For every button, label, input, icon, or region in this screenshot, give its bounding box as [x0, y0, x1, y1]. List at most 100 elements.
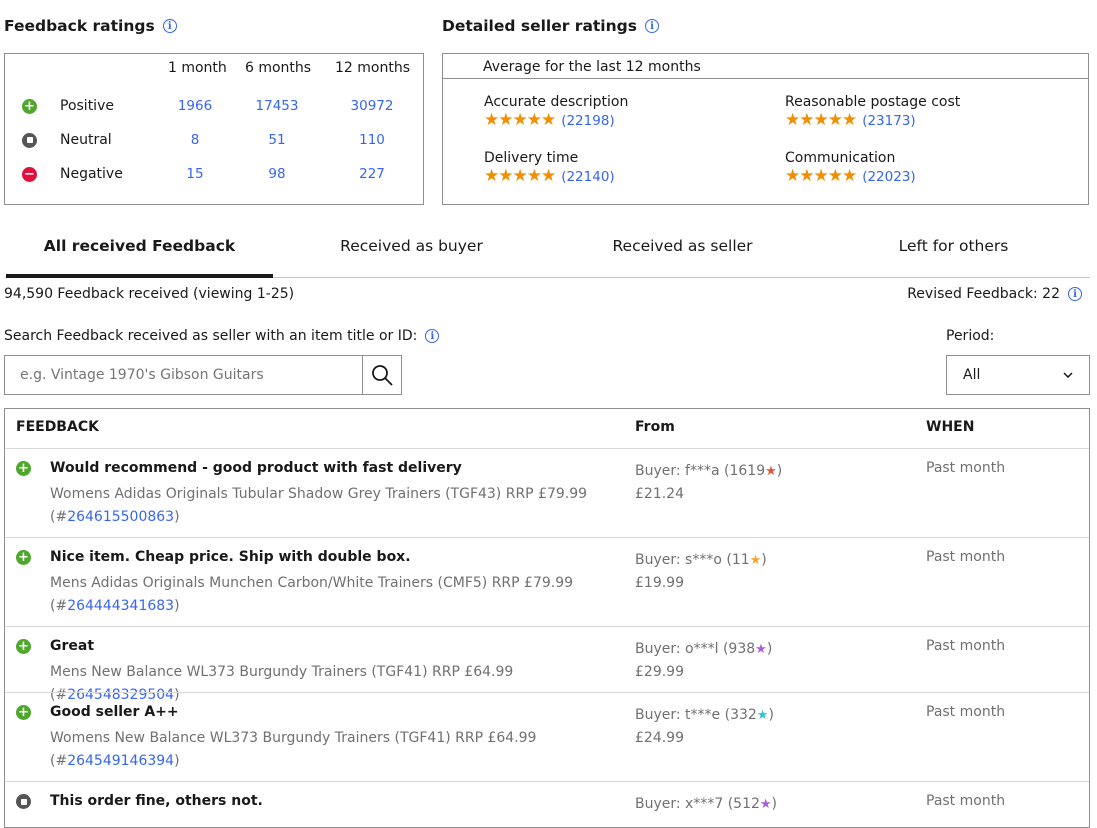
rating-value-link[interactable]: 17453 [247, 98, 307, 114]
star-icon: ★ [765, 464, 777, 479]
dsr-communication: Communication ★★★★★ (22023) [785, 150, 916, 186]
star-icon: ★ [759, 797, 772, 812]
period-select[interactable]: All [946, 355, 1090, 395]
period-label: Period: [946, 328, 995, 344]
tab-left-for-others[interactable]: Left for others [820, 237, 1087, 255]
rating-value-link[interactable]: 51 [247, 132, 307, 148]
positive-icon: + [22, 98, 37, 114]
chevron-down-icon [1063, 372, 1073, 378]
rating-value-link[interactable]: 30972 [342, 98, 402, 114]
star-icon: ★ [756, 708, 769, 723]
info-icon[interactable]: i [425, 329, 440, 343]
positive-icon: + [16, 461, 31, 476]
header-from: From [635, 419, 675, 435]
tab-all-received[interactable]: All received Feedback [6, 237, 273, 255]
header-when: WHEN [926, 419, 975, 435]
buyer-link[interactable]: Buyer: x***7 (512 [635, 796, 760, 812]
feedback-when: Past month [926, 460, 1006, 476]
feedback-from: Buyer: f***a (1619★) £21.24 [635, 463, 783, 502]
search-label: Search Feedback received as seller with … [4, 328, 440, 344]
rating-value-link[interactable]: 1966 [165, 98, 225, 114]
neutral-icon [22, 132, 37, 148]
positive-icon: + [16, 550, 31, 565]
feedback-from: Buyer: x***7 (512★) [635, 796, 778, 812]
rating-value-link[interactable]: 98 [247, 166, 307, 182]
rating-value-link[interactable]: 15 [165, 166, 225, 182]
item-price: £21.24 [635, 486, 684, 502]
period-selected-value: All [963, 367, 981, 383]
neutral-icon [16, 794, 31, 809]
star-rating-icon: ★★★★★ [484, 110, 556, 130]
feedback-ratings-heading: Feedback ratings i [4, 17, 177, 35]
feedback-from: Buyer: o***l (938★) £29.99 [635, 641, 773, 680]
dsr-delivery-time: Delivery time ★★★★★ (22140) [484, 150, 615, 186]
feedback-count: 94,590 Feedback received (viewing 1-25) [4, 286, 295, 302]
dsr-count-link[interactable]: (23173) [862, 113, 915, 129]
item-id-link[interactable]: 264615500863 [67, 509, 174, 525]
rating-row-neutral: Neutral 8 51 110 [5, 128, 423, 152]
table-row: + Nice item. Cheap price. Ship with doub… [5, 537, 1089, 627]
feedback-when: Past month [926, 793, 1006, 809]
feedback-comment: Great [50, 638, 95, 654]
positive-icon: + [16, 705, 31, 720]
star-rating-icon: ★★★★★ [785, 110, 857, 130]
col-6-months: 6 months [245, 60, 312, 76]
table-row: + Good seller A++ Womens New Balance WL3… [5, 692, 1089, 782]
search-box [4, 355, 402, 395]
search-input[interactable] [5, 356, 362, 394]
detailed-ratings-heading: Detailed seller ratings i [442, 17, 659, 35]
feedback-when: Past month [926, 638, 1006, 654]
item-price: £29.99 [635, 664, 684, 680]
buyer-link[interactable]: Buyer: o***l (938 [635, 641, 755, 657]
dsr-accurate-description: Accurate description ★★★★★ (22198) [484, 94, 629, 130]
col-1-month: 1 month [168, 60, 227, 76]
search-icon [372, 365, 393, 386]
buyer-link[interactable]: Buyer: t***e (332 [635, 707, 757, 723]
table-row: This order fine, others not. Buyer: x***… [5, 781, 1089, 827]
dsr-postage-cost: Reasonable postage cost ★★★★★ (23173) [785, 94, 961, 130]
item-price: £19.99 [635, 575, 684, 591]
info-icon[interactable]: i [1068, 287, 1082, 301]
revised-feedback: Revised Feedback: 22 i [907, 286, 1082, 302]
star-rating-icon: ★★★★★ [785, 166, 857, 186]
feedback-when: Past month [926, 704, 1006, 720]
feedback-comment: This order fine, others not. [50, 793, 263, 809]
item-id-link[interactable]: 264549146394 [67, 753, 174, 769]
col-12-months: 12 months [335, 60, 410, 76]
item-price: £24.99 [635, 730, 684, 746]
active-tab-indicator [6, 274, 273, 278]
table-row: + Would recommend - good product with fa… [5, 448, 1089, 538]
buyer-link[interactable]: Buyer: f***a (1619 [635, 463, 765, 479]
feedback-item: Womens New Balance WL373 Burgundy Traine… [50, 730, 537, 769]
star-icon: ★ [749, 553, 762, 568]
dsr-count-link[interactable]: (22198) [561, 113, 614, 129]
star-icon: ★ [755, 642, 767, 657]
dsr-count-link[interactable]: (22140) [561, 169, 614, 185]
rating-row-positive: + Positive 1966 17453 30972 [5, 94, 423, 118]
buyer-link[interactable]: Buyer: s***o (11 [635, 552, 750, 568]
feedback-when: Past month [926, 549, 1006, 565]
feedback-from: Buyer: s***o (11★) £19.99 [635, 552, 767, 591]
dsr-count-link[interactable]: (22023) [862, 169, 915, 185]
feedback-ratings-table: 1 month 6 months 12 months + Positive 19… [4, 53, 424, 205]
tab-received-as-buyer[interactable]: Received as buyer [278, 237, 545, 255]
negative-icon: − [22, 166, 37, 182]
feedback-item: Mens Adidas Originals Munchen Carbon/Whi… [50, 575, 574, 614]
feedback-comment: Would recommend - good product with fast… [50, 460, 462, 476]
tab-received-as-seller[interactable]: Received as seller [549, 237, 816, 255]
feedback-comment: Nice item. Cheap price. Ship with double… [50, 549, 411, 565]
feedback-comment: Good seller A++ [50, 704, 179, 720]
feedback-from: Buyer: t***e (332★) £24.99 [635, 707, 774, 746]
star-rating-icon: ★★★★★ [484, 166, 556, 186]
item-id-link[interactable]: 264444341683 [67, 598, 174, 614]
info-icon[interactable]: i [162, 19, 177, 33]
rating-value-link[interactable]: 110 [342, 132, 402, 148]
rating-row-negative: − Negative 15 98 227 [5, 162, 423, 186]
positive-icon: + [16, 639, 31, 654]
rating-value-link[interactable]: 227 [342, 166, 402, 182]
search-button[interactable] [362, 356, 401, 394]
table-row: + Great Mens New Balance WL373 Burgundy … [5, 626, 1089, 703]
info-icon[interactable]: i [644, 19, 659, 33]
detailed-ratings-panel: Average for the last 12 months Accurate … [442, 53, 1089, 205]
rating-value-link[interactable]: 8 [165, 132, 225, 148]
